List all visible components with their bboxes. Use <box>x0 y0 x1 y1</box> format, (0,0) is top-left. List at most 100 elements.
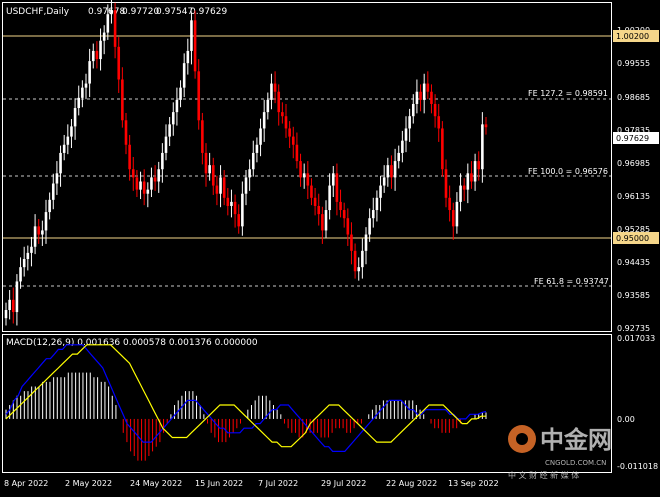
candle-body <box>241 193 244 227</box>
candle-body <box>353 250 357 272</box>
candle-body <box>139 181 142 190</box>
price-tick: 0.98685 <box>617 93 650 102</box>
macd-tick-bottom: -0.011018 <box>617 462 658 471</box>
candle-body <box>477 161 481 170</box>
ohlc-close: 0.97629 <box>190 7 227 17</box>
candle-body <box>426 83 430 92</box>
candle-body <box>448 197 451 211</box>
symbol-label: USDCHF,Daily <box>6 7 70 17</box>
candle-body <box>401 140 404 153</box>
candle-body <box>55 173 59 184</box>
price-axis: 1.00200 0.99555 0.98685 0.97835 0.96985 … <box>617 26 650 333</box>
candle-body <box>142 181 146 194</box>
candle-body <box>342 210 346 219</box>
price-tick: 0.96135 <box>617 192 650 201</box>
candle-body <box>259 128 262 145</box>
candle-body <box>175 99 179 113</box>
fe-1272-label: FE 127.2 = 0.98591 <box>528 89 608 98</box>
watermark-inner-icon <box>516 433 528 445</box>
ohlc-high: 0.97720 <box>122 7 159 17</box>
candle-body <box>193 20 197 72</box>
candle-body <box>128 144 131 170</box>
candle-body <box>473 161 477 182</box>
candle-body <box>190 20 193 51</box>
candle-body <box>113 10 117 47</box>
candle-body <box>197 71 201 121</box>
fe-618-label: FE 61.8 = 0.93747 <box>534 277 609 286</box>
candle-body <box>350 234 353 251</box>
candle-body <box>310 185 313 198</box>
candle-body <box>81 87 84 98</box>
candle-body <box>404 128 408 141</box>
candle-body <box>233 201 237 215</box>
candle-body <box>66 136 70 145</box>
watermark-brand: 中金网 <box>540 426 612 454</box>
candle-body <box>481 124 484 170</box>
chart-canvas[interactable]: USDCHF,Daily 0.97678 0.97720 0.97547 0.9… <box>0 0 660 493</box>
candle-body <box>121 79 124 121</box>
candle-body <box>284 116 288 129</box>
candle-body <box>328 185 331 211</box>
candle-body <box>357 267 361 272</box>
candle-body <box>88 61 91 84</box>
candle-body <box>470 173 473 182</box>
time-tick: 22 Aug 2022 <box>386 479 437 488</box>
candle-body <box>77 97 81 109</box>
candle-body <box>335 173 339 202</box>
candle-body <box>33 226 37 247</box>
candle-body <box>375 197 379 211</box>
candle-body <box>251 152 255 170</box>
candle-body <box>397 152 401 162</box>
candle-body <box>462 185 466 190</box>
candle-body <box>95 50 99 60</box>
candle-body <box>153 177 157 182</box>
candle-body <box>150 177 153 190</box>
candle-body <box>484 124 488 128</box>
candle-body <box>146 189 150 194</box>
price-tick: 0.92735 <box>617 324 650 333</box>
candle-body <box>408 116 411 129</box>
candle-body <box>48 199 51 213</box>
candle-body <box>415 91 419 104</box>
candle-body <box>459 185 462 202</box>
candle-body <box>168 124 171 137</box>
candle-body <box>419 91 422 100</box>
candle-body <box>411 103 415 117</box>
candle-body <box>157 169 161 182</box>
candle-body <box>430 91 433 104</box>
watermark-tagline: 中 文 财 经 新 媒 体 <box>508 470 579 480</box>
candle-body <box>106 14 110 33</box>
candle-body <box>364 234 368 251</box>
candle-body <box>70 126 73 137</box>
macd-label: MACD(12,26,9) 0.001636 0.000578 0.001376… <box>6 338 258 348</box>
price-tick: 0.99555 <box>617 59 650 68</box>
macd-main-line <box>5 344 487 452</box>
candle-body <box>313 197 317 206</box>
time-tick: 8 Apr 2022 <box>4 479 48 488</box>
candle-body <box>161 152 164 170</box>
candle-body <box>302 173 306 178</box>
candle-body <box>135 177 139 190</box>
time-tick: 29 Jul 2022 <box>321 479 366 488</box>
watermark-logo: 中金网 CNGOLD.COM.CN 中 文 财 经 新 媒 体 <box>508 425 612 480</box>
candle-body <box>201 120 204 153</box>
candles-group <box>4 0 488 326</box>
candle-body <box>226 197 230 206</box>
candle-body <box>368 218 371 235</box>
time-axis: 8 Apr 2022 2 May 2022 24 May 2022 15 Jun… <box>4 479 499 488</box>
candle-body <box>386 165 390 178</box>
price-tick: 0.93585 <box>617 291 650 300</box>
candle-body <box>215 185 219 194</box>
time-tick: 24 May 2022 <box>130 479 182 488</box>
chart-window[interactable]: USDCHF,Daily 0.97678 0.97720 0.97547 0.9… <box>0 0 660 493</box>
candle-body <box>437 116 441 129</box>
candle-body <box>4 310 8 319</box>
candle-body <box>255 144 259 153</box>
candle-body <box>164 136 168 153</box>
candle-body <box>182 63 186 88</box>
candle-body <box>295 144 299 162</box>
macd-signal-line <box>5 344 486 448</box>
candle-body <box>237 214 241 227</box>
time-tick: 7 Jul 2022 <box>258 479 298 488</box>
candle-body <box>15 281 19 313</box>
